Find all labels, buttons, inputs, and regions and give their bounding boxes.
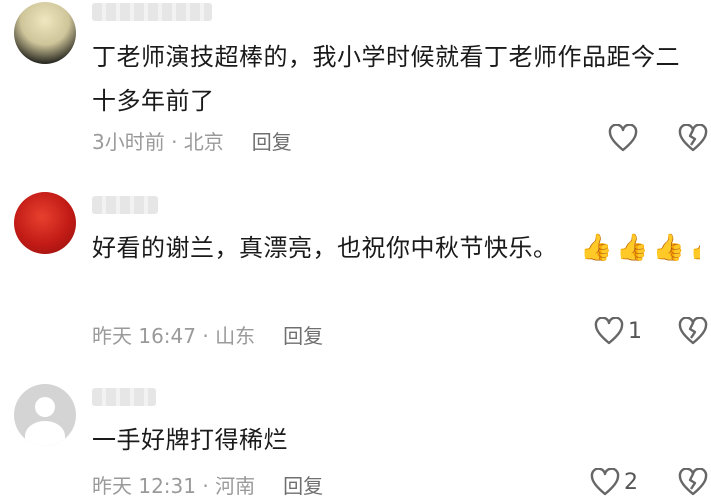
heart-icon xyxy=(608,124,638,152)
username-blurred[interactable] xyxy=(92,3,212,21)
avatar[interactable] xyxy=(14,192,76,254)
username-blurred[interactable] xyxy=(92,196,158,214)
comment-meta: 3小时前 · 北京 回复 xyxy=(92,126,292,155)
timestamp-location: 3小时前 · 北京 xyxy=(92,130,224,154)
thumbs-up-icon: 👍👍👍👍👍👍 xyxy=(580,233,700,263)
timestamp-location: 昨天 12:31 · 河南 xyxy=(92,474,256,498)
broken-heart-icon xyxy=(678,123,708,152)
comment-meta: 昨天 12:31 · 河南 回复 xyxy=(92,470,323,499)
comment-meta: 昨天 16:47 · 山东 回复 xyxy=(92,320,323,349)
heart-icon xyxy=(594,317,624,345)
avatar[interactable] xyxy=(14,384,76,446)
dislike-button[interactable] xyxy=(678,467,708,500)
default-avatar-head xyxy=(35,397,55,417)
username-blurred[interactable] xyxy=(92,388,156,406)
broken-heart-icon xyxy=(678,467,708,496)
dislike-button[interactable] xyxy=(678,123,708,156)
comment-text: 丁老师演技超棒的，我小学时候就看丁老师作品距今二十多年前了 xyxy=(92,43,680,115)
default-avatar-body xyxy=(25,421,65,446)
like-count: 2 xyxy=(624,469,638,495)
like-button[interactable] xyxy=(608,124,642,152)
reply-button[interactable]: 回复 xyxy=(283,474,323,498)
comment-text: 一手好牌打得稀烂 xyxy=(92,426,288,454)
heart-icon xyxy=(590,468,620,496)
reply-button[interactable]: 回复 xyxy=(283,324,323,348)
like-count: 1 xyxy=(628,318,642,344)
like-button[interactable]: 1 xyxy=(594,317,642,345)
dislike-button[interactable] xyxy=(678,316,708,349)
avatar[interactable] xyxy=(14,2,76,64)
broken-heart-icon xyxy=(678,316,708,345)
like-button[interactable]: 2 xyxy=(590,468,638,496)
timestamp-location: 昨天 16:47 · 山东 xyxy=(92,324,256,348)
reply-button[interactable]: 回复 xyxy=(252,130,292,154)
